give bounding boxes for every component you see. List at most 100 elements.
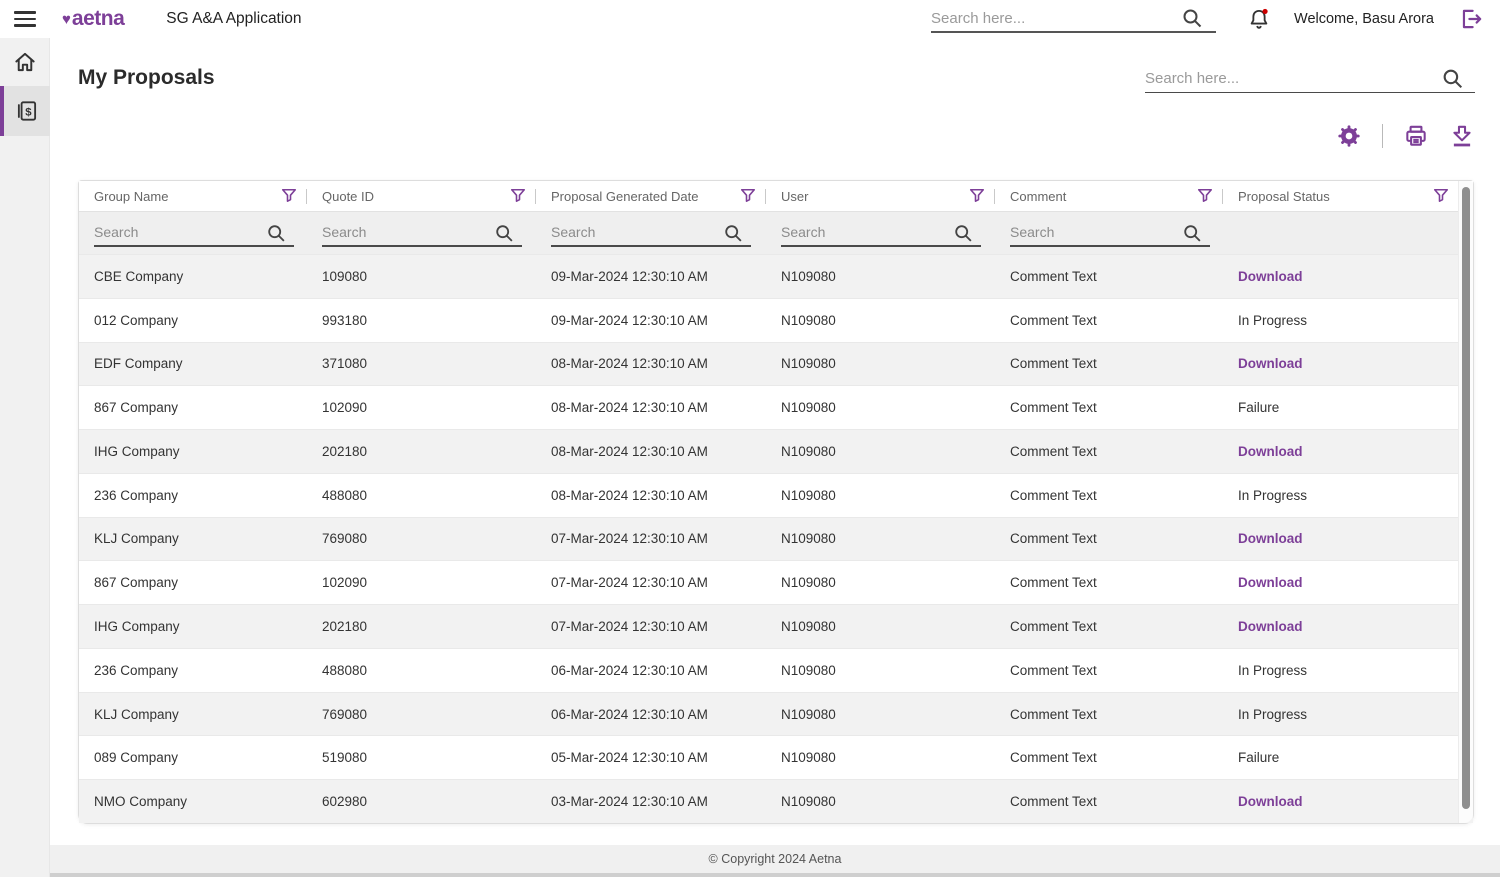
search-icon[interactable] [266,223,288,245]
download-link[interactable]: Download [1223,794,1473,809]
sidebar-item-home[interactable] [0,38,50,86]
cell-comment: Comment Text [995,575,1223,590]
download-link[interactable]: Download [1223,575,1473,590]
cell-proposal-generated-date: 08-Mar-2024 12:30:10 AM [536,356,766,371]
column-header-quote-id: Quote ID [307,181,536,211]
print-icon[interactable] [1403,123,1429,149]
group-name-search-input[interactable] [94,219,266,245]
download-link[interactable]: Download [1223,269,1473,284]
group-name-search [94,219,294,247]
filter-icon[interactable] [1431,186,1451,206]
search-icon[interactable] [1441,67,1466,92]
table-row: EDF Company 371080 08-Mar-2024 12:30:10 … [79,342,1473,386]
cell-user: N109080 [766,400,995,415]
cell-group-name: IHG Company [79,619,307,634]
table-search [1145,64,1475,93]
download-icon[interactable] [1449,123,1475,149]
filter-icon[interactable] [508,186,528,206]
cell-user: N109080 [766,619,995,634]
page-title: My Proposals [78,66,215,90]
table-header-row: Group Name Quote ID Proposal Generated D… [79,181,1473,211]
filter-icon[interactable] [967,186,987,206]
cell-comment: Comment Text [995,313,1223,328]
cell-comment: Comment Text [995,531,1223,546]
cell-proposal-generated-date: 07-Mar-2024 12:30:10 AM [536,531,766,546]
filter-icon[interactable] [1195,186,1215,206]
search-icon[interactable] [1181,7,1205,31]
download-link[interactable]: Download [1223,444,1473,459]
cell-proposal-status: Failure [1223,750,1473,765]
search-icon[interactable] [494,223,516,245]
cell-quote-id: 202180 [307,619,536,634]
cell-proposal-generated-date: 05-Mar-2024 12:30:10 AM [536,750,766,765]
cell-comment: Comment Text [995,663,1223,678]
user-search-input[interactable] [781,219,953,245]
quote-id-search [322,219,522,247]
hamburger-menu-icon[interactable] [0,0,50,38]
quote-id-search-input[interactable] [322,219,494,245]
logout-icon[interactable] [1458,6,1484,32]
table-scrollbar [1458,181,1473,823]
cell-quote-id: 993180 [307,313,536,328]
cell-user: N109080 [766,794,995,809]
download-link[interactable]: Download [1223,531,1473,546]
user-search [781,219,981,247]
cell-comment: Comment Text [995,488,1223,503]
cell-group-name: 236 Company [79,488,307,503]
cell-proposal-status: In Progress [1223,488,1473,503]
copyright-text: © Copyright 2024 Aetna [709,852,842,866]
notifications-bell-icon[interactable] [1246,6,1272,32]
comment-search-input[interactable] [1010,219,1182,245]
cell-comment: Comment Text [995,444,1223,459]
settings-gear-icon[interactable] [1336,123,1362,149]
search-icon[interactable] [723,223,745,245]
cell-user: N109080 [766,356,995,371]
filter-icon[interactable] [738,186,758,206]
download-link[interactable]: Download [1223,356,1473,371]
cell-quote-id: 109080 [307,269,536,284]
cell-group-name: NMO Company [79,794,307,809]
proposal-date-search [551,219,751,247]
table-row: KLJ Company 769080 07-Mar-2024 12:30:10 … [79,517,1473,561]
cell-comment: Comment Text [995,400,1223,415]
search-icon[interactable] [1182,223,1204,245]
cell-quote-id: 488080 [307,488,536,503]
search-icon[interactable] [953,223,975,245]
cell-group-name: 089 Company [79,750,307,765]
cell-proposal-status: In Progress [1223,663,1473,678]
scrollbar-thumb[interactable] [1462,187,1470,809]
cell-quote-id: 371080 [307,356,536,371]
notification-dot [1262,9,1267,14]
sidebar-item-my-proposals[interactable]: $ [0,86,50,136]
cell-comment: Comment Text [995,356,1223,371]
filter-icon[interactable] [279,186,299,206]
top-bar: ♥ aetna SG A&A Application Welco [0,0,1500,38]
column-search-row [79,211,1473,254]
cell-user: N109080 [766,750,995,765]
toolbar-divider [1382,124,1384,148]
cell-proposal-generated-date: 09-Mar-2024 12:30:10 AM [536,269,766,284]
proposal-date-search-input[interactable] [551,219,723,245]
app-window: ♥ aetna SG A&A Application Welco [0,0,1500,877]
bottom-strip [0,873,1500,877]
cell-quote-id: 488080 [307,663,536,678]
topbar-right-cluster: Welcome, Basu Arora [931,5,1500,33]
table-row: NMO Company 602980 03-Mar-2024 12:30:10 … [79,779,1473,823]
global-search-input[interactable] [931,5,1181,31]
cell-user: N109080 [766,488,995,503]
table-row: CBE Company 109080 09-Mar-2024 12:30:10 … [79,254,1473,298]
cell-group-name: 867 Company [79,575,307,590]
cell-proposal-generated-date: 07-Mar-2024 12:30:10 AM [536,619,766,634]
cell-proposal-generated-date: 06-Mar-2024 12:30:10 AM [536,707,766,722]
table-search-input[interactable] [1145,64,1441,92]
cell-group-name: IHG Company [79,444,307,459]
cell-group-name: 236 Company [79,663,307,678]
table-row: IHG Company 202180 08-Mar-2024 12:30:10 … [79,429,1473,473]
cell-quote-id: 519080 [307,750,536,765]
cell-proposal-generated-date: 08-Mar-2024 12:30:10 AM [536,488,766,503]
download-link[interactable]: Download [1223,619,1473,634]
table-toolbar [1336,123,1476,149]
comment-search [1010,219,1210,247]
cell-comment: Comment Text [995,619,1223,634]
cell-user: N109080 [766,575,995,590]
